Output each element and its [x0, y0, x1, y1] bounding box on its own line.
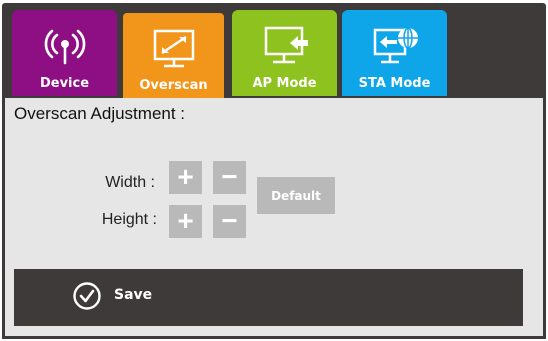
width-decrease-button[interactable]: −: [213, 161, 246, 194]
width-label: Width :: [105, 174, 155, 191]
wireless-signal-icon: [44, 29, 85, 65]
check-circle-icon: [73, 282, 101, 310]
tab-ap-mode-label: AP Mode: [252, 76, 317, 91]
tab-overscan-label: Overscan: [139, 78, 208, 93]
default-button[interactable]: Default: [257, 177, 335, 214]
tab-sta-mode[interactable]: STA Mode: [342, 10, 447, 96]
tab-sta-mode-label: STA Mode: [358, 76, 431, 91]
monitor-arrow-icon: [264, 26, 308, 64]
overscan-panel: Overscan Adjustment : Width : + − Height…: [2, 98, 546, 339]
screen-globe-icon: [373, 27, 418, 64]
resize-screen-icon: [153, 29, 194, 68]
height-label: Height :: [101, 211, 157, 228]
width-increase-button[interactable]: +: [169, 161, 202, 194]
height-increase-button[interactable]: +: [169, 205, 202, 238]
panel-title: Overscan Adjustment :: [14, 104, 186, 123]
app-window: Device Overscan AP Mode STA Mode Oversca…: [2, 3, 546, 339]
tab-overscan[interactable]: Overscan: [121, 11, 226, 98]
height-decrease-button[interactable]: −: [213, 205, 246, 238]
save-button[interactable]: Save: [14, 269, 523, 326]
tab-device-label: Device: [39, 76, 90, 91]
tab-ap-mode[interactable]: AP Mode: [232, 10, 337, 96]
save-label: Save: [114, 287, 153, 303]
tab-device[interactable]: Device: [12, 10, 117, 96]
